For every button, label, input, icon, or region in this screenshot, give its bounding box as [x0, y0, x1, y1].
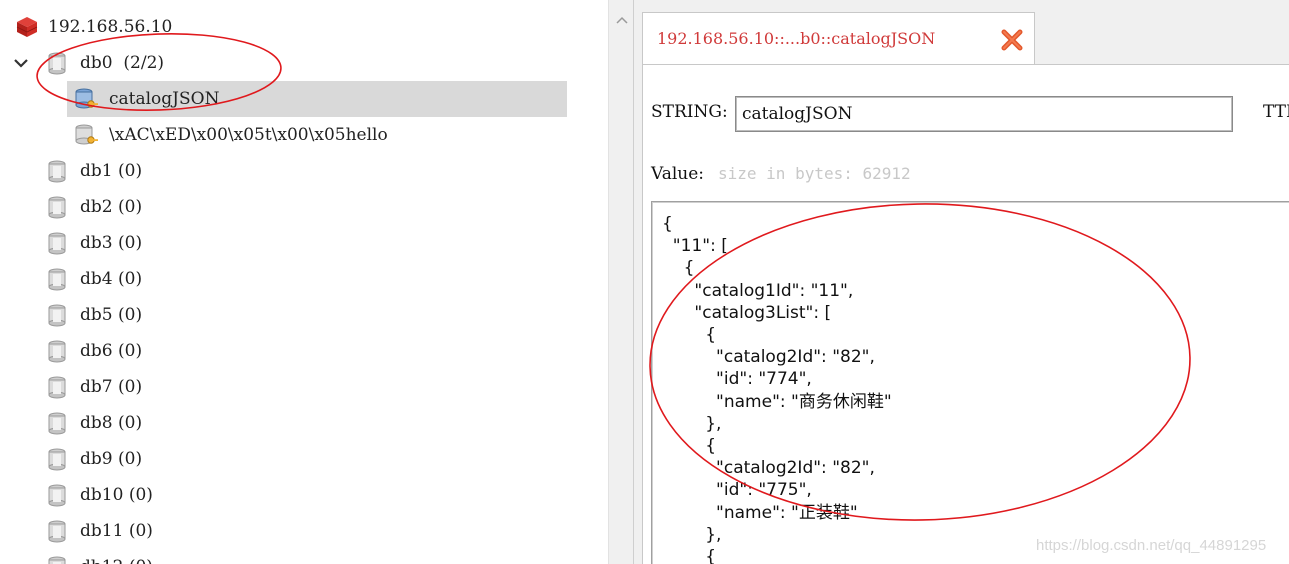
key-name-input[interactable]: catalogJSON [735, 96, 1233, 132]
value-json-text[interactable]: { "11": [ { "catalog1Id": "11", "catalog… [662, 213, 892, 564]
tree-db-count: (0) [129, 557, 153, 564]
tree-key-hello[interactable]: \xAC\xED\x00\x05t\x00\x05hello [73, 117, 388, 153]
database-icon [48, 376, 66, 399]
value-size-placeholder: size in bytes: 62912 [718, 164, 911, 183]
value-editor[interactable]: { "11": [ { "catalog1Id": "11", "catalog… [651, 201, 1289, 564]
tree-db-db6[interactable]: db6 (0) [44, 333, 142, 369]
redis-server-icon [16, 17, 38, 37]
tree-db-count: (0) [118, 269, 143, 289]
tree-db-name: db10 [80, 485, 124, 505]
tree-db-name: db5 [80, 305, 113, 325]
tree-db-count: (0) [128, 485, 153, 505]
tree-scrollbar[interactable] [608, 0, 634, 564]
tree-db-name: db3 [80, 233, 113, 253]
key-type-label: STRING: [651, 102, 728, 122]
tree-db-count: (0) [118, 233, 143, 253]
tree-db-db10[interactable]: db10 (0) [44, 477, 153, 513]
tree-db-name: db6 [80, 341, 113, 361]
watermark: https://blog.csdn.net/qq_44891295 [1036, 537, 1267, 554]
tree-db-count: (0) [118, 413, 143, 433]
tree-server-node[interactable]: 192.168.56.10 [14, 9, 574, 45]
scroll-up-icon[interactable] [616, 16, 628, 24]
database-icon [48, 412, 66, 435]
tree-db-name: db0 [80, 53, 113, 73]
tree-db-db7[interactable]: db7 (0) [44, 369, 142, 405]
value-label: Value: [651, 164, 705, 184]
tree-db-db9[interactable]: db9 (0) [44, 441, 142, 477]
tree-db-db0[interactable]: db0 (2/2) [44, 45, 164, 81]
tree-db-db1[interactable]: db1 (0) [44, 153, 142, 189]
tree-db-count: (0) [118, 197, 143, 217]
ttl-label: TTL [1263, 102, 1289, 122]
tree-db-name: db11 [80, 521, 124, 541]
database-icon [48, 304, 66, 327]
tree-db-count: (0) [118, 377, 143, 397]
database-icon [48, 520, 66, 543]
tree-db-count: (0) [128, 521, 153, 541]
tree-db-db11[interactable]: db11 (0) [44, 513, 153, 549]
tree-db-name: db12 [80, 557, 123, 564]
tree-db-name: db7 [80, 377, 113, 397]
key-name-value: catalogJSON [742, 104, 853, 124]
database-icon [48, 556, 66, 564]
tree-db-name: db9 [80, 449, 113, 469]
database-icon [48, 340, 66, 363]
tree-db-db3[interactable]: db3 (0) [44, 225, 142, 261]
tree-db-count: (0) [118, 341, 143, 361]
key-icon [75, 124, 98, 145]
tab-title: 192.168.56.10::...b0::catalogJSON [657, 29, 936, 48]
tree-db-count: (2/2) [123, 53, 165, 73]
tab-key-detail[interactable]: 192.168.56.10::...b0::catalogJSON [642, 12, 1035, 64]
database-icon [48, 484, 66, 507]
tree-db-db2[interactable]: db2 (0) [44, 189, 142, 225]
key-icon [75, 88, 98, 109]
tree-key-catalogjson[interactable]: catalogJSON [67, 81, 567, 117]
database-icon [48, 232, 66, 255]
tree-db-db12[interactable]: db12 (0) [44, 549, 153, 564]
database-icon [48, 268, 66, 291]
chevron-down-icon[interactable] [12, 54, 30, 72]
tree-db-count: (0) [118, 161, 143, 181]
key-tree-panel: 192.168.56.10 db0 (2/2) catalogJSON \xAC… [0, 0, 608, 564]
database-icon [48, 196, 66, 219]
tree-db-name: db1 [80, 161, 113, 181]
tree-server-label: 192.168.56.10 [48, 17, 173, 37]
tree-db-name: db4 [80, 269, 113, 289]
tree-db-db4[interactable]: db4 (0) [44, 261, 142, 297]
tree-key-label: catalogJSON [109, 89, 220, 109]
tree-db-name: db2 [80, 197, 113, 217]
database-icon [48, 448, 66, 471]
database-icon [48, 52, 66, 75]
tree-db-db8[interactable]: db8 (0) [44, 405, 142, 441]
close-icon[interactable] [999, 27, 1025, 53]
tree-db-count: (0) [118, 305, 143, 325]
database-icon [48, 160, 66, 183]
tree-key-label: \xAC\xED\x00\x05t\x00\x05hello [109, 125, 388, 145]
tree-db-count: (0) [118, 449, 143, 469]
tree-db-db5[interactable]: db5 (0) [44, 297, 142, 333]
tree-db-name: db8 [80, 413, 113, 433]
